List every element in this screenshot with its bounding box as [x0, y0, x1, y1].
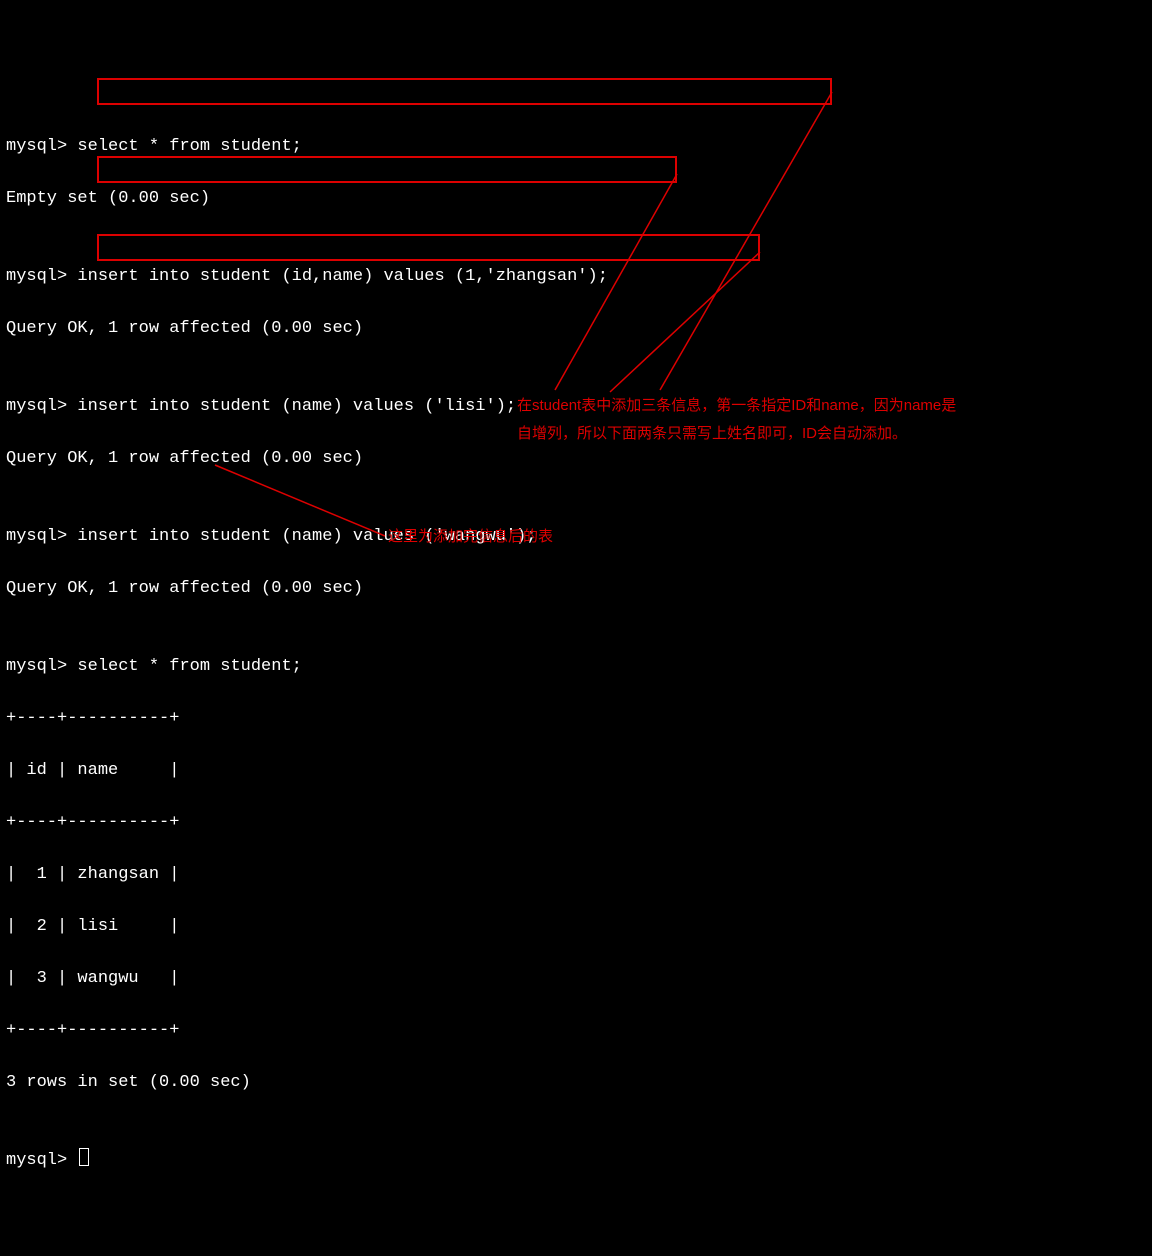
cmd-line-1: mysql> select * from student; — [6, 134, 1152, 160]
cmd-text: insert into student (id,name) values (1,… — [77, 267, 608, 286]
table-header: | id | name | — [6, 758, 1152, 784]
highlight-box-1 — [97, 78, 832, 105]
annotation-1-line-1: 在student表中添加三条信息，第一条指定ID和name，因为name是 — [517, 392, 1077, 420]
result-line: Query OK, 1 row affected (0.00 sec) — [6, 316, 1152, 342]
result-line: Empty set (0.00 sec) — [6, 186, 1152, 212]
table-row: | 3 | wangwu | — [6, 966, 1152, 992]
cmd-text: select * from student; — [77, 137, 301, 156]
cmd-text: select * from student; — [77, 657, 301, 676]
prompt: mysql> — [6, 527, 77, 546]
prompt: mysql> — [6, 137, 77, 156]
terminal-output: mysql> select * from student; Empty set … — [6, 108, 1152, 1200]
cmd-line-2: mysql> insert into student (id,name) val… — [6, 264, 1152, 290]
table-border: +----+----------+ — [6, 810, 1152, 836]
table-row: | 1 | zhangsan | — [6, 862, 1152, 888]
prompt: mysql> — [6, 657, 77, 676]
prompt: mysql> — [6, 267, 77, 286]
table-border: +----+----------+ — [6, 706, 1152, 732]
cmd-text: insert into student (name) values ('lisi… — [77, 397, 516, 416]
table-row: | 2 | lisi | — [6, 914, 1152, 940]
annotation-1-line-2: 自增列，所以下面两条只需写上姓名即可，ID会自动添加。 — [517, 420, 1077, 448]
result-line: Query OK, 1 row affected (0.00 sec) — [6, 446, 1152, 472]
result-line: 3 rows in set (0.00 sec) — [6, 1070, 1152, 1096]
cmd-line-current[interactable]: mysql> — [6, 1148, 1152, 1174]
annotation-1: 在student表中添加三条信息，第一条指定ID和name，因为name是 自增… — [517, 392, 1077, 448]
prompt: mysql> — [6, 1151, 77, 1170]
cmd-line-4: mysql> insert into student (name) values… — [6, 524, 1152, 550]
cmd-line-5: mysql> select * from student; — [6, 654, 1152, 680]
table-border: +----+----------+ — [6, 1018, 1152, 1044]
annotation-2: 这里为添加完信息后的表 — [388, 523, 553, 551]
result-line: Query OK, 1 row affected (0.00 sec) — [6, 576, 1152, 602]
prompt: mysql> — [6, 397, 77, 416]
cursor — [79, 1148, 89, 1166]
